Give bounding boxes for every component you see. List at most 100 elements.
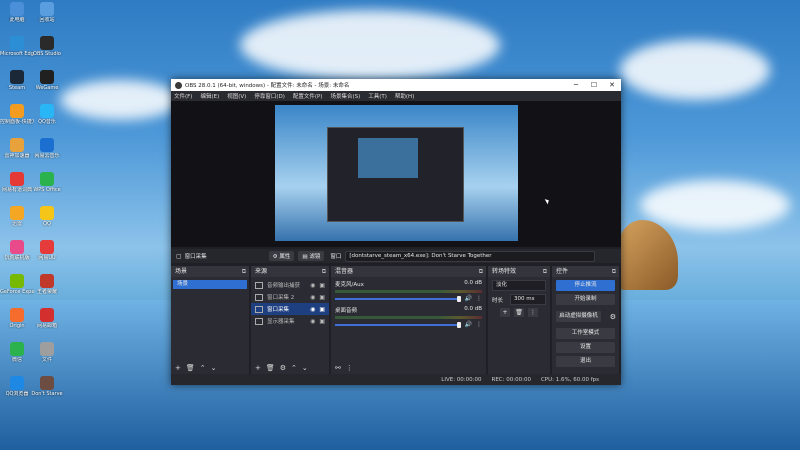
desktop-icon[interactable]: 网易有道词典 — [0, 172, 34, 193]
menu-profile[interactable]: 配置文件(P) — [293, 92, 323, 100]
start-virtual-camera-button[interactable]: 启动虚拟摄像机 — [556, 311, 601, 322]
stop-streaming-button[interactable]: 停止推流 — [556, 280, 615, 291]
lock-icon[interactable]: ▣ — [319, 318, 325, 325]
desktop-icon[interactable]: Don't Starve — [30, 376, 64, 397]
mixer-link-icon[interactable]: ⚯ — [335, 364, 341, 372]
desktop-icon[interactable]: 网易邮箱 — [30, 308, 64, 329]
dock-undock-icon[interactable]: ⧉ — [543, 266, 547, 277]
close-button[interactable]: ✕ — [603, 81, 621, 89]
transition-select[interactable]: 淡化 — [492, 280, 546, 291]
desktop-icon[interactable]: GeForce Experience — [0, 274, 34, 295]
lock-icon[interactable]: ▣ — [319, 306, 325, 313]
title-bar[interactable]: OBS 28.0.1 (64-bit, windows) - 配置文件: 未命名… — [171, 79, 621, 91]
menu-help[interactable]: 帮助(H) — [395, 92, 414, 100]
visibility-eye-icon[interactable]: ◉ — [310, 318, 315, 325]
desktop-icon[interactable]: 此电脑 — [0, 2, 34, 23]
desktop-icon[interactable]: Microsoft Edge — [0, 36, 34, 57]
desktop-icon[interactable]: QQ音乐 — [30, 104, 64, 125]
dock-undock-icon[interactable]: ⧉ — [612, 266, 616, 277]
app-icon — [10, 308, 24, 322]
add-transition-button[interactable]: + — [500, 308, 510, 317]
remove-source-button[interactable]: 🗑 — [266, 364, 275, 372]
lock-icon[interactable]: ▣ — [319, 294, 325, 301]
scene-item[interactable]: 场景 — [173, 280, 247, 289]
menu-edit[interactable]: 编辑(E) — [200, 92, 219, 100]
desktop-icon[interactable]: QQ — [30, 206, 64, 227]
move-up-icon[interactable]: ⌃ — [200, 364, 206, 372]
transition-menu-icon[interactable]: ⋮ — [528, 308, 538, 317]
desktop-icon[interactable]: OBS Studio — [30, 36, 64, 57]
remove-scene-button[interactable]: 🗑 — [186, 364, 195, 372]
properties-button[interactable]: ⚙ 属性 — [268, 251, 295, 261]
mixer-menu-icon[interactable]: ⋮ — [346, 364, 353, 372]
lock-icon[interactable]: ▣ — [319, 282, 325, 289]
desktop-icon-label: 网易有道词典 — [1, 187, 32, 193]
virtual-camera-gear-icon[interactable]: ⚙ — [610, 313, 616, 321]
app-icon — [10, 138, 24, 152]
wallpaper-cloud — [620, 40, 770, 100]
window-select[interactable]: [dontstarve_steam_x64.exe]: Don't Starve… — [345, 250, 596, 262]
desktop-icon[interactable]: 文件 — [30, 342, 64, 363]
visibility-eye-icon[interactable]: ◉ — [310, 306, 315, 313]
desktop-icon[interactable]: WPS Office — [30, 172, 64, 193]
desktop-icon[interactable]: 迅雷 — [0, 206, 34, 227]
dock-undock-icon[interactable]: ⧉ — [322, 266, 326, 277]
source-item[interactable]: 显示器采集 ◉ ▣ — [251, 315, 329, 327]
preview-canvas[interactable] — [171, 101, 621, 247]
desktop-icon[interactable]: 王者荣耀 — [30, 274, 64, 295]
move-down-icon[interactable]: ⌄ — [302, 364, 308, 372]
menu-tools[interactable]: 工具(T) — [368, 92, 387, 100]
desktop-icon[interactable]: 网易云音乐 — [30, 138, 64, 159]
preview-nested-capture — [358, 138, 418, 178]
desktop-icon[interactable]: 雷神加速器 — [0, 138, 34, 159]
settings-button[interactable]: 设置 — [556, 342, 615, 353]
maximize-button[interactable]: ☐ — [585, 81, 603, 89]
app-icon — [10, 104, 24, 118]
channel-menu-icon[interactable]: ⋮ — [476, 295, 482, 302]
speaker-icon[interactable]: 🔊 — [465, 321, 472, 328]
dock-undock-icon[interactable]: ⧉ — [242, 266, 246, 277]
move-up-icon[interactable]: ⌃ — [291, 364, 297, 372]
menu-docks[interactable]: 停靠窗口(D) — [254, 92, 285, 100]
menu-bar: 文件(F) 编辑(E) 视图(V) 停靠窗口(D) 配置文件(P) 场景集合(S… — [171, 91, 621, 101]
add-scene-button[interactable]: + — [175, 364, 181, 372]
channel-menu-icon[interactable]: ⋮ — [476, 321, 482, 328]
start-recording-button[interactable]: 开始录制 — [556, 294, 615, 305]
wallpaper-cloud — [60, 80, 180, 120]
volume-slider[interactable] — [335, 323, 459, 326]
volume-slider-knob[interactable] — [456, 321, 461, 328]
desktop-icon[interactable]: WeGame — [30, 70, 64, 91]
desktop-icon[interactable]: 回收站 — [30, 2, 64, 23]
exit-button[interactable]: 退出 — [556, 356, 615, 367]
volume-slider-knob[interactable] — [456, 295, 461, 302]
source-item[interactable]: 窗口采集 2 ◉ ▣ — [251, 291, 329, 303]
duration-input[interactable]: 300 ms — [510, 294, 546, 305]
desktop-icon[interactable]: 微信 — [0, 342, 34, 363]
visibility-eye-icon[interactable]: ◉ — [310, 294, 315, 301]
volume-slider[interactable] — [335, 297, 459, 300]
desktop-icon-label: 回收站 — [39, 17, 55, 23]
desktop-icon[interactable]: QQ浏览器 — [0, 376, 34, 397]
filters-button[interactable]: ▤ 滤镜 — [298, 251, 325, 261]
desktop-icon[interactable]: Origin — [0, 308, 34, 329]
menu-file[interactable]: 文件(F) — [174, 92, 192, 100]
desktop-icon[interactable]: 饥荒联机版 — [0, 240, 34, 261]
dock-undock-icon[interactable]: ⧉ — [479, 266, 483, 277]
speaker-icon[interactable]: 🔊 — [465, 295, 472, 302]
desktop-icon[interactable]: 网易UU — [30, 240, 64, 261]
source-item-selected[interactable]: 窗口采集 ◉ ▣ — [251, 303, 329, 315]
move-down-icon[interactable]: ⌄ — [211, 364, 217, 372]
menu-view[interactable]: 视图(V) — [227, 92, 246, 100]
remove-transition-button[interactable]: 🗑 — [514, 308, 524, 317]
menu-scene-collection[interactable]: 场景集合(S) — [330, 92, 360, 100]
desktop-icon-label: Origin — [9, 323, 25, 329]
add-source-button[interactable]: + — [255, 364, 261, 372]
desktop-icon-label: 微信 — [11, 357, 22, 363]
desktop-icon[interactable]: 控制面板-快捷方式 — [0, 104, 34, 125]
minimize-button[interactable]: ─ — [567, 81, 585, 89]
visibility-eye-icon[interactable]: ◉ — [310, 282, 315, 289]
source-item[interactable]: 音频输出捕获 ◉ ▣ — [251, 279, 329, 291]
source-properties-gear-icon[interactable]: ⚙ — [280, 364, 286, 372]
desktop-icon[interactable]: Steam — [0, 70, 34, 91]
studio-mode-button[interactable]: 工作室模式 — [556, 328, 615, 339]
